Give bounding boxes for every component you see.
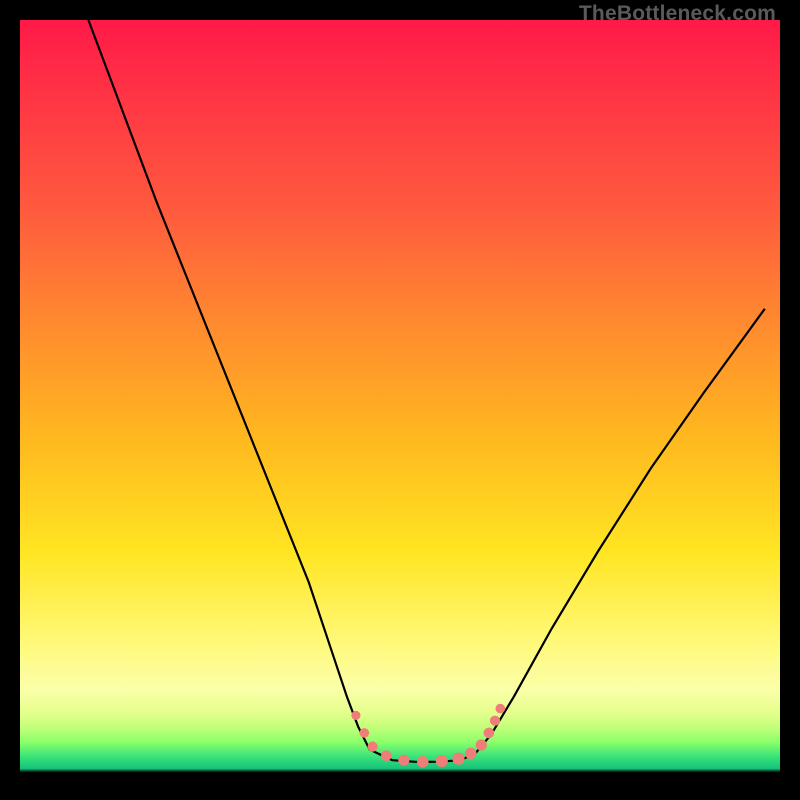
trough-marker: [436, 755, 448, 767]
trough-marker: [381, 750, 392, 761]
bottleneck-curve-chart: [20, 20, 780, 780]
trough-marker: [351, 711, 360, 720]
trough-marker: [476, 739, 487, 750]
trough-marker: [417, 756, 429, 768]
trough-marker: [496, 704, 506, 714]
trough-marker: [452, 753, 464, 765]
trough-marker: [490, 716, 500, 726]
trough-marker: [398, 755, 409, 766]
trough-marker: [484, 728, 495, 739]
trough-marker: [368, 742, 378, 752]
trough-marker: [360, 728, 370, 738]
bottleneck-curve: [88, 20, 764, 762]
trough-marker-group: [351, 704, 505, 768]
trough-marker: [465, 748, 477, 760]
